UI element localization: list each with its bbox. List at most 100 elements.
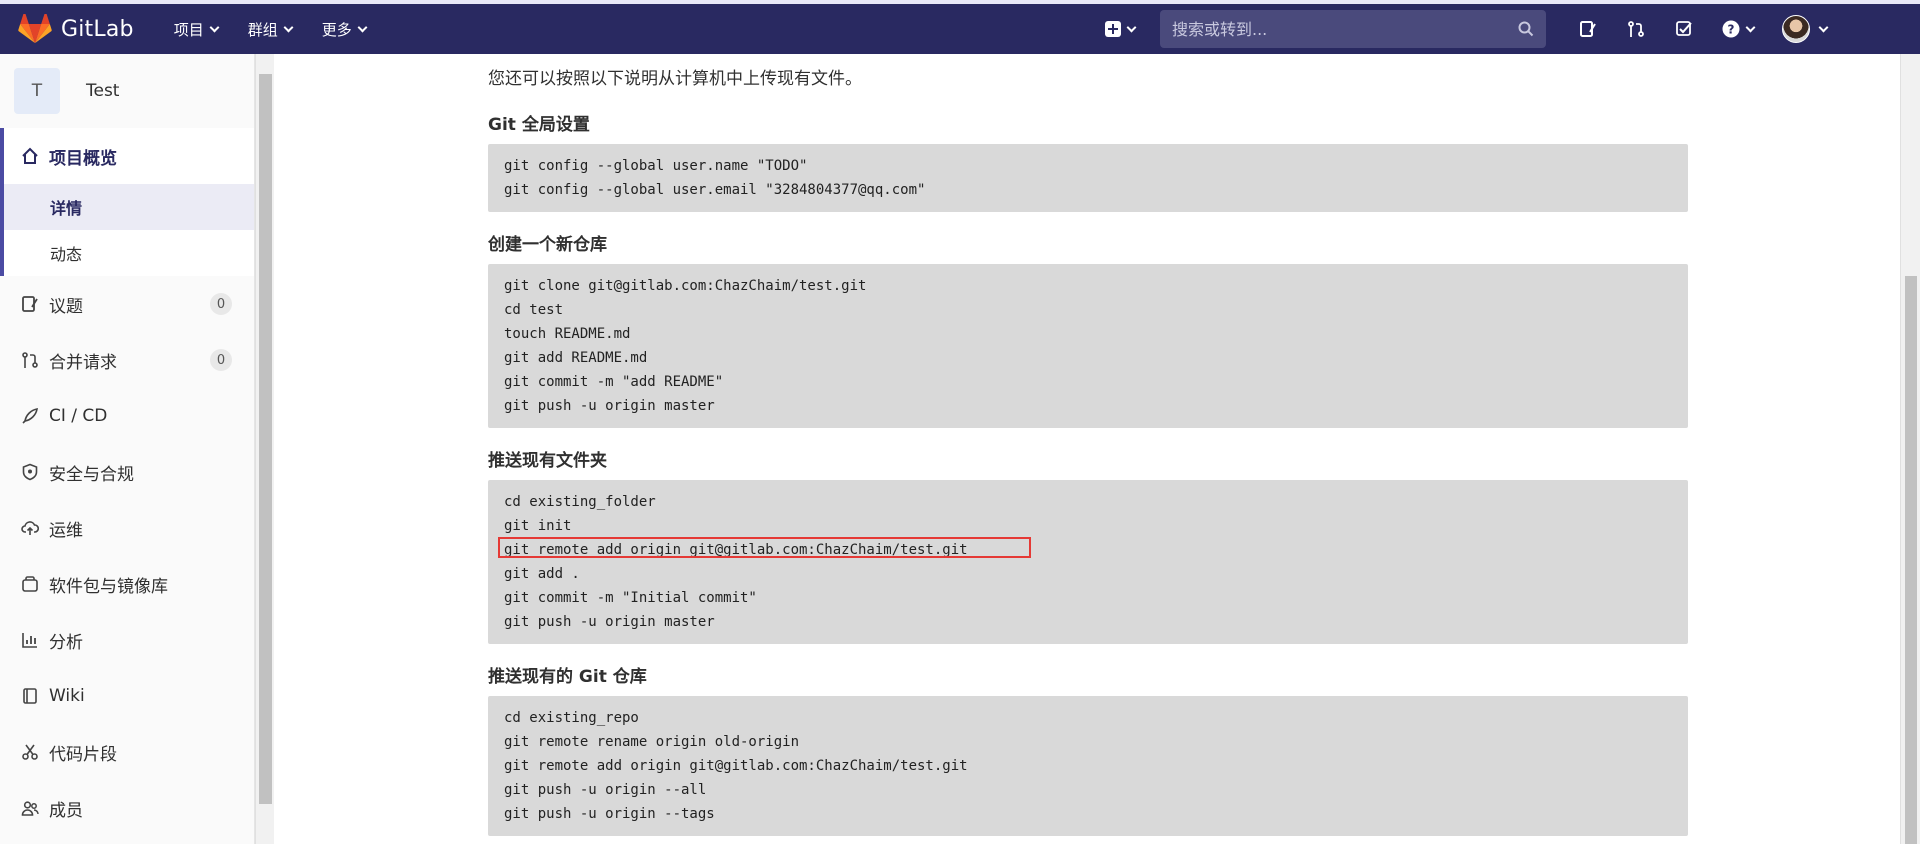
home-icon [20, 146, 40, 166]
menu-projects[interactable]: 项目 [164, 13, 228, 46]
menu-projects-label: 项目 [173, 20, 204, 39]
merge-request-icon [1628, 21, 1644, 37]
code-line: git clone git@gitlab.com:ChazChaim/test.… [504, 278, 867, 294]
sidebar-item-ci-cd[interactable]: CI / CD [0, 388, 254, 444]
project-sidebar: T Test 项目概览 详情 动态 议题 0 合并请求 0 CI / CD 安全… [0, 54, 255, 844]
brand-link[interactable]: GitLab [18, 4, 134, 54]
sidebar-item-operations[interactable]: 运维 [0, 500, 254, 556]
cloud-icon [20, 518, 40, 538]
nav-right: ? [1105, 4, 1829, 54]
code-block-global-setup[interactable]: git config --global user.name "TODO" git… [488, 144, 1688, 212]
gitlab-logo-icon [18, 14, 52, 44]
shield-icon [20, 462, 40, 482]
section-title-global-setup: Git 全局设置 [488, 115, 590, 135]
merge-requests-nav-button[interactable] [1625, 18, 1647, 40]
sidebar-subitem-label: 详情 [50, 199, 83, 218]
top-navbar: GitLab 项目 群组 更多 搜索或转到... ? [0, 0, 1920, 54]
code-block-new-repo[interactable]: git clone git@gitlab.com:ChazChaim/test.… [488, 264, 1688, 428]
chevron-down-icon [1126, 22, 1137, 32]
sidebar-item-merge-requests[interactable]: 合并请求 0 [0, 332, 254, 388]
code-line: cd test [504, 302, 564, 318]
help-button[interactable]: ? [1721, 18, 1756, 40]
code-line: cd existing_repo [504, 710, 639, 726]
section-title-new-repo: 创建一个新仓库 [488, 235, 607, 255]
chevron-down-icon [1818, 22, 1829, 32]
sidebar-items: 议题 0 合并请求 0 CI / CD 安全与合规 运维 软件包与镜像库 分析 [0, 276, 254, 836]
project-header[interactable]: T Test [0, 54, 254, 128]
sidebar-item-label: Wiki [49, 686, 85, 706]
chevron-down-icon [283, 22, 294, 32]
search-icon[interactable] [1518, 21, 1534, 37]
rocket-icon [20, 406, 40, 426]
setup-instructions: 您还可以按照以下说明从计算机中上传现有文件。 Git 全局设置 git conf… [488, 54, 1688, 844]
main-scrollbar[interactable] [1900, 54, 1920, 844]
issues-count-badge: 0 [210, 293, 232, 315]
book-icon [20, 686, 40, 706]
sidebar-item-members[interactable]: 成员 [0, 780, 254, 836]
code-block-existing-repo[interactable]: cd existing_repo git remote rename origi… [488, 696, 1688, 836]
package-icon [20, 574, 40, 594]
user-menu[interactable] [1782, 15, 1829, 43]
sidebar-subitem-label: 动态 [50, 245, 83, 264]
code-line: git push -u origin master [504, 614, 715, 630]
svg-text:?: ? [1728, 23, 1735, 37]
nav-icons: ? [1564, 18, 1768, 40]
code-line: cd existing_folder [504, 494, 656, 510]
sidebar-item-security[interactable]: 安全与合规 [0, 444, 254, 500]
brand-name: GitLab [61, 16, 134, 42]
sidebar-item-packages[interactable]: 软件包与镜像库 [0, 556, 254, 612]
sidebar-subitem-details[interactable]: 详情 [4, 184, 254, 230]
main-scrollbar-thumb[interactable] [1905, 276, 1917, 844]
sidebar-item-label: 代码片段 [49, 744, 117, 765]
issues-nav-button[interactable] [1577, 18, 1599, 40]
todos-nav-button[interactable] [1673, 18, 1695, 40]
sidebar-subitem-activity[interactable]: 动态 [4, 230, 254, 276]
sidebar-item-label: 软件包与镜像库 [49, 576, 168, 597]
sidebar-item-snippets[interactable]: 代码片段 [0, 724, 254, 780]
sidebar-item-label: 运维 [49, 520, 83, 541]
code-line: git push -u origin --all [504, 782, 707, 798]
code-line: git config --global user.email "32848043… [504, 182, 926, 198]
code-line: git init [504, 518, 572, 534]
project-avatar: T [14, 68, 60, 114]
section-title-existing-folder: 推送现有文件夹 [488, 451, 607, 471]
help-icon: ? [1722, 20, 1740, 38]
code-line: git remote rename origin old-origin [504, 734, 800, 750]
plus-square-icon [1105, 21, 1121, 37]
code-block-existing-folder[interactable]: cd existing_folder git init git remote a… [488, 480, 1688, 644]
issues-icon [1580, 21, 1596, 37]
sidebar-item-analytics[interactable]: 分析 [0, 612, 254, 668]
merge-requests-count-badge: 0 [210, 349, 232, 371]
sidebar-item-label: 项目概览 [49, 148, 117, 169]
sidebar-scrollbar[interactable] [255, 54, 274, 844]
menu-groups-label: 群组 [247, 20, 278, 39]
code-line: git commit -m "add README" [504, 374, 724, 390]
sidebar-item-label: 安全与合规 [49, 464, 134, 485]
intro-text: 您还可以按照以下说明从计算机中上传现有文件。 [488, 69, 862, 89]
sidebar-item-issues[interactable]: 议题 0 [0, 276, 254, 332]
new-item-button[interactable] [1105, 21, 1137, 37]
sidebar-item-label: 议题 [49, 296, 83, 317]
chart-icon [20, 630, 40, 650]
sidebar-item-wiki[interactable]: Wiki [0, 668, 254, 724]
sidebar-item-overview[interactable]: 项目概览 [4, 128, 254, 184]
scissors-icon [20, 742, 40, 762]
highlight-box [498, 537, 1031, 558]
sidebar-scrollbar-thumb[interactable] [259, 74, 272, 804]
sidebar-section-overview: 项目概览 详情 动态 [0, 128, 254, 276]
code-line: git config --global user.name "TODO" [504, 158, 808, 174]
code-line: git commit -m "Initial commit" [504, 590, 757, 606]
main-content: 您还可以按照以下说明从计算机中上传现有文件。 Git 全局设置 git conf… [274, 54, 1900, 844]
chevron-down-icon [209, 22, 220, 32]
code-line: git add README.md [504, 350, 648, 366]
menu-groups[interactable]: 群组 [238, 13, 302, 46]
avatar [1782, 15, 1810, 43]
menu-more-label: 更多 [321, 20, 352, 39]
code-line: git add . [504, 566, 580, 582]
merge-request-icon [20, 350, 40, 370]
code-line: git remote add origin git@gitlab.com:Cha… [504, 758, 968, 774]
search-input[interactable] [1172, 19, 1518, 39]
search-box [1160, 10, 1546, 48]
sidebar-item-label: CI / CD [49, 406, 108, 426]
menu-more[interactable]: 更多 [312, 13, 376, 46]
